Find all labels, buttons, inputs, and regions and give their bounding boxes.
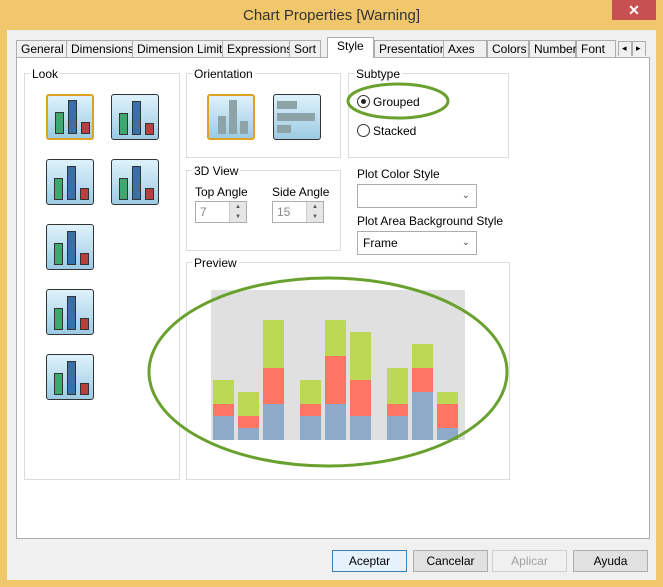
cancel-button[interactable]: Cancelar (413, 550, 488, 572)
ok-button[interactable]: Aceptar (332, 550, 407, 572)
annotation-ellipse-preview (147, 276, 509, 468)
tab-style[interactable]: Style (327, 37, 374, 58)
help-button[interactable]: Ayuda (573, 550, 648, 572)
annotation-overlay (147, 82, 509, 468)
annotation-ellipse-subtype (346, 82, 450, 120)
apply-button[interactable]: Aplicar (492, 550, 567, 572)
